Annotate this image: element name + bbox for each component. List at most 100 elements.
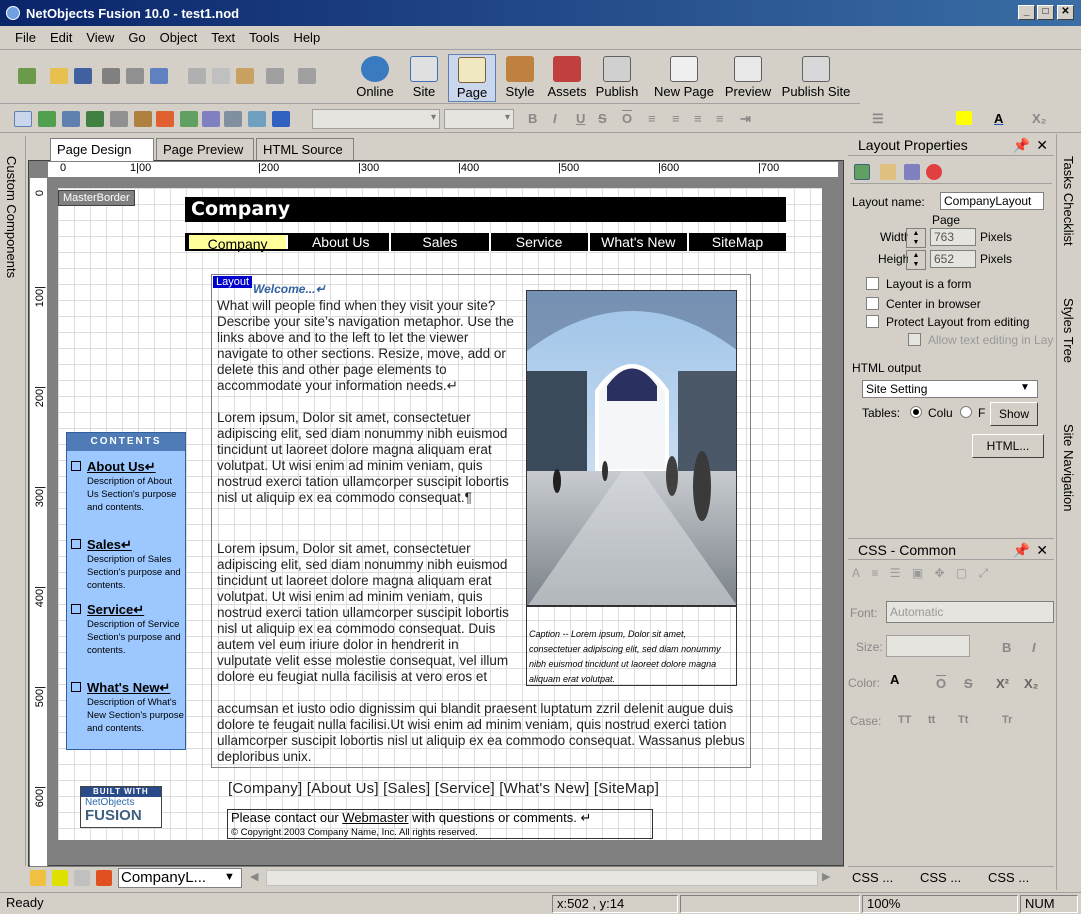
menu-tools[interactable]: Tools [242,30,286,45]
contact-block[interactable]: Please contact our Webmaster with questi… [227,809,653,839]
table-tool-icon[interactable] [180,111,198,127]
webmaster-link[interactable]: Webmaster [342,810,408,825]
case-upper-button[interactable]: TT [898,714,911,726]
shape-tool-icon[interactable] [110,111,128,127]
contents-link[interactable]: Sales↵ [87,537,185,553]
highlight-icon[interactable] [956,111,972,125]
css-box-icon[interactable]: ▢ [956,566,967,580]
background-tab-icon[interactable] [880,164,896,180]
font-color-icon[interactable]: A [994,111,1003,126]
open-folder-icon[interactable] [50,68,68,84]
menu-object[interactable]: Object [153,30,205,45]
indent-icon[interactable]: ⇥ [740,111,751,127]
css-font-icon[interactable]: A [852,566,860,580]
styles-tree-tab[interactable]: Styles Tree [1061,298,1076,363]
scroll-left-icon[interactable]: ◀ [250,870,258,883]
width-input[interactable]: 763 [930,228,976,246]
maximize-button[interactable]: □ [1037,5,1054,20]
css-superscript-button[interactable]: X² [996,676,1009,691]
nav-sales[interactable]: Sales [391,233,491,251]
underline-button[interactable]: U [576,111,585,126]
css-list-icon[interactable]: ☰ [890,566,901,580]
css-tab-3[interactable]: CSS ... [988,870,1029,885]
layout-tool-icon[interactable] [156,111,174,127]
height-spinner[interactable]: ▲ ▼ [906,250,926,270]
contents-sidebar[interactable]: CONTENTS About Us↵ Description of About … [66,432,186,750]
publish-site-button[interactable]: Publish Site [780,54,852,102]
menu-go[interactable]: Go [121,30,152,45]
pin-icon[interactable]: 📌 [1013,539,1030,561]
protect-layout-checkbox[interactable] [866,315,879,328]
spellcheck-icon[interactable] [150,68,168,84]
layout-tab-icon[interactable] [854,164,870,180]
copy-icon[interactable] [212,68,230,84]
intro-paragraph[interactable]: What will people find when they visit yo… [217,298,517,394]
redo-icon[interactable] [298,68,316,84]
built-with-fusion-badge[interactable]: BUILT WITH NetObjects FUSION [80,786,162,828]
contents-link[interactable]: Service↵ [87,602,185,618]
css-overline-button[interactable]: O [936,676,946,691]
contents-link[interactable]: About Us↵ [87,459,185,475]
style-button[interactable]: Style [500,54,540,102]
align-center-icon[interactable]: ≡ [672,111,680,126]
zoom-tool-icon[interactable] [38,111,56,127]
css-align-icon[interactable]: ≡ [871,566,878,580]
tab-page-design[interactable]: Page Design [50,138,154,161]
css-tab-2[interactable]: CSS ... [920,870,961,885]
contents-item-service[interactable]: Service↵ Description of Service Section'… [71,602,185,657]
close-icon[interactable]: ✕ [1036,539,1048,561]
css-position-icon[interactable]: ✥ [935,566,945,580]
tab-page-preview[interactable]: Page Preview [156,138,254,160]
chevron-down-icon[interactable]: ▼ [224,871,235,883]
layout-list-icon[interactable] [96,870,112,886]
horizontal-scrollbar[interactable] [266,870,818,886]
minimize-button[interactable]: _ [1018,5,1035,20]
scroll-right-icon[interactable]: ▶ [822,870,830,883]
menu-view[interactable]: View [79,30,121,45]
new-page-button[interactable]: New Page [652,54,716,102]
lorem-paragraph-2b[interactable]: accumsan et iusto odio dignissim qui bla… [217,701,747,765]
radio-f[interactable] [960,406,972,418]
subscript-icon[interactable]: X₂ [1032,111,1046,126]
pin-icon[interactable]: 📌 [1013,134,1030,156]
css-expand-icon[interactable]: ⤢ [979,566,989,580]
layout-tag[interactable]: Layout [213,276,253,288]
publish-button[interactable]: Publish [594,54,640,102]
welcome-heading[interactable]: Welcome...↵ [253,282,326,296]
css-color-icon[interactable]: A [890,672,899,687]
height-input[interactable]: 652 [930,250,976,268]
anchor-tool-icon[interactable] [134,111,152,127]
nav-tool-icon[interactable] [224,111,242,127]
preview-button[interactable]: Preview [722,54,774,102]
width-spinner[interactable]: ▲ ▼ [906,228,926,248]
custom-components-tab[interactable]: Custom Components [4,156,19,278]
nav-bar[interactable]: Company About Us Sales Service What's Ne… [185,233,786,252]
show-button[interactable]: Show [990,402,1038,426]
radio-columns[interactable] [910,406,922,418]
object-tree-icon[interactable] [74,870,90,886]
lorem-paragraph-1[interactable]: Lorem ipsum, Dolor sit amet, consectetue… [217,410,517,506]
contents-item-about-us[interactable]: About Us↵ Description of About Us Sectio… [71,459,185,514]
css-italic-button[interactable]: I [1032,640,1036,655]
overline-button[interactable]: O [622,111,632,126]
photo-caption[interactable]: Caption -- Lorem ipsum, Dolor sit amet, … [526,606,737,686]
chevron-down-icon[interactable]: ▼ [1020,382,1030,393]
css-tab-1[interactable]: CSS ... [852,870,893,885]
layout-form-checkbox[interactable] [866,277,879,290]
rectangle-tool-icon[interactable] [272,111,290,127]
atrium-photo[interactable] [526,290,737,606]
close-button[interactable]: ✕ [1057,5,1074,20]
checklist-icon[interactable] [30,870,46,886]
component-tool-icon[interactable] [248,111,266,127]
lorem-paragraph-2a[interactable]: Lorem ipsum, Dolor sit amet, consectetue… [217,541,517,685]
bullet-list-icon[interactable]: ☰ [872,111,884,127]
menu-edit[interactable]: Edit [43,30,79,45]
size-select[interactable] [444,109,514,129]
menu-file[interactable]: File [8,30,43,45]
html-output-select[interactable]: Site Setting [862,380,1038,398]
align-right-icon[interactable]: ≡ [694,111,702,126]
style-select[interactable] [312,109,440,129]
assets-button[interactable]: Assets [544,54,590,102]
case-title-button[interactable]: Tt [958,714,968,726]
paste-icon[interactable] [236,68,254,84]
